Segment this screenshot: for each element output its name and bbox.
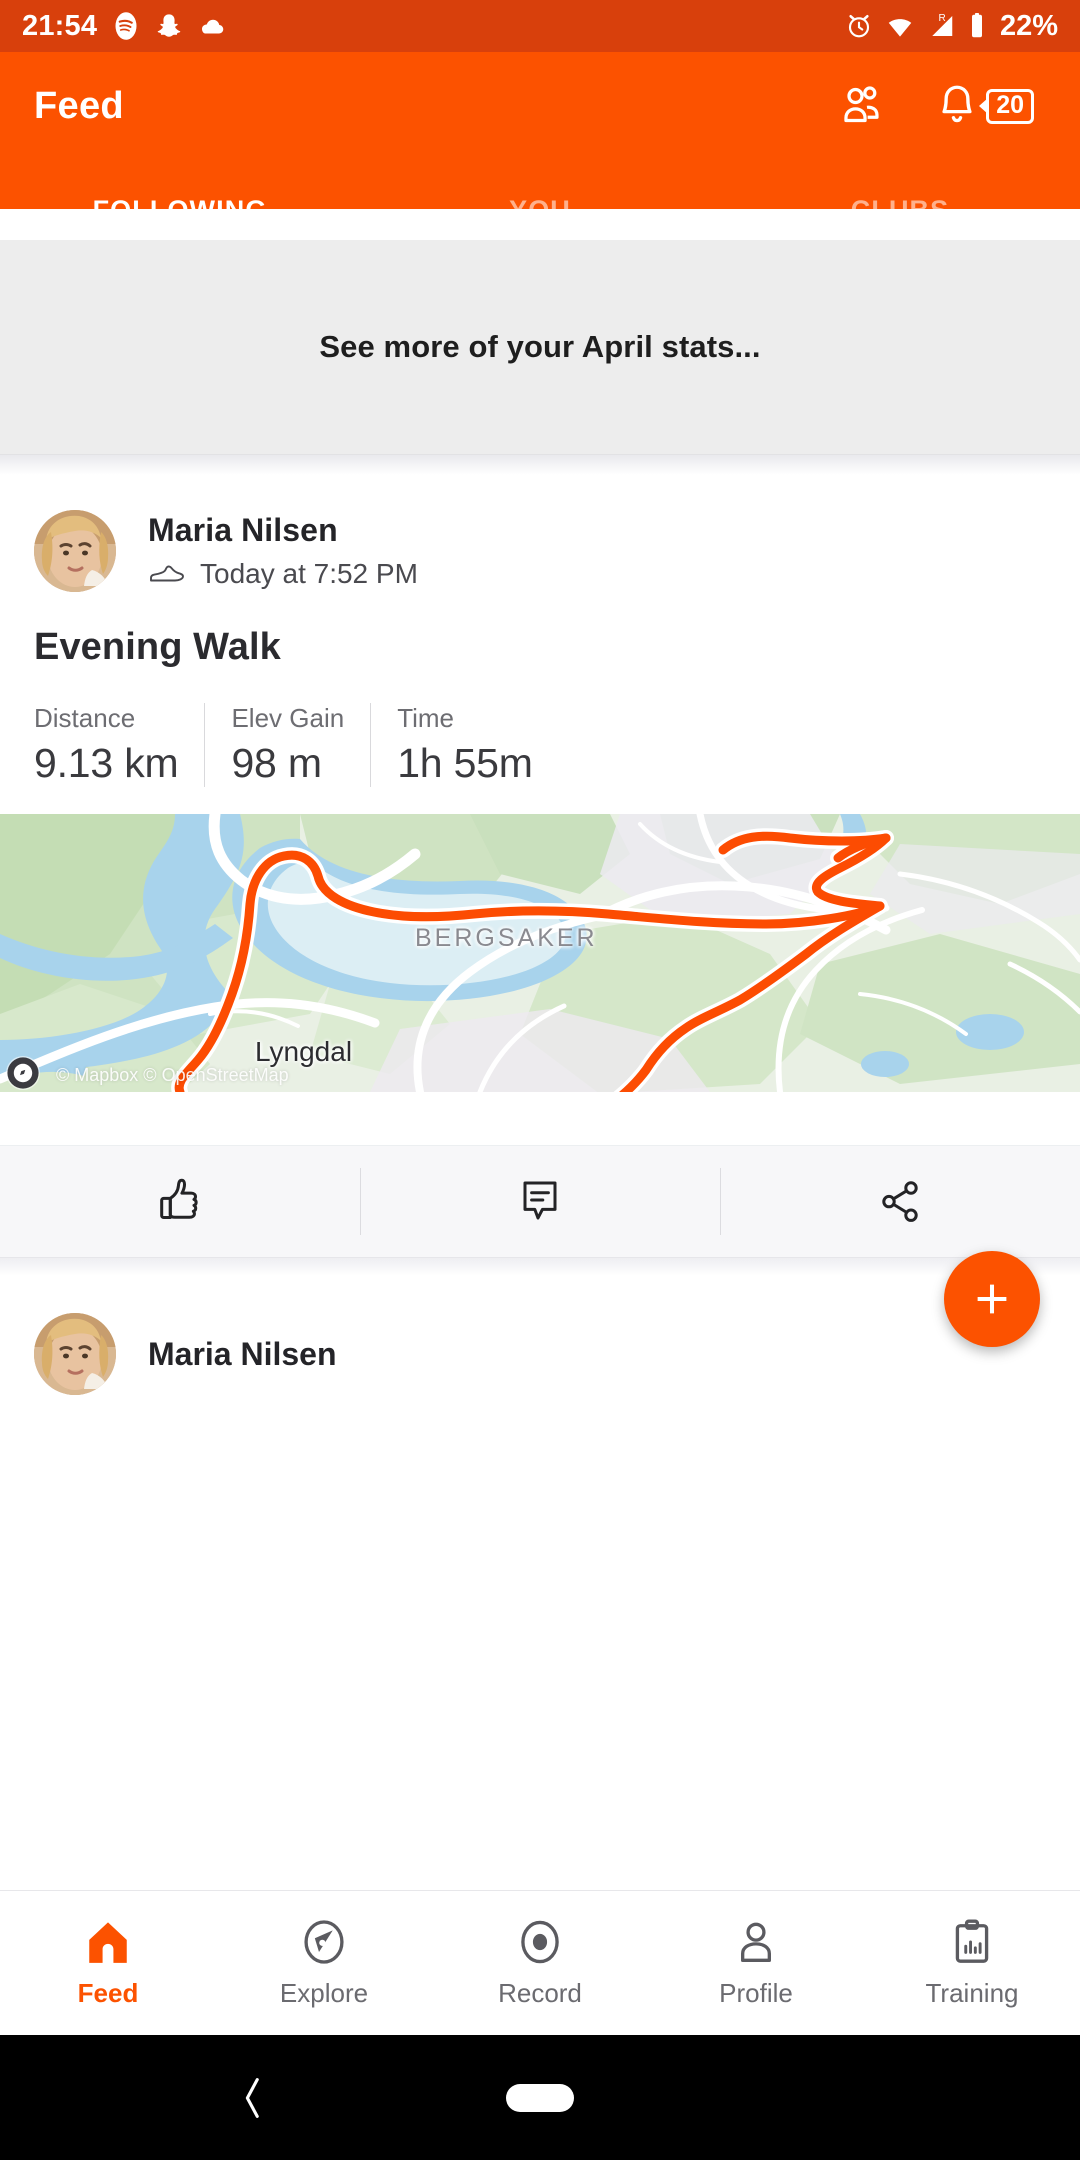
nav-label-training: Training [925,1978,1019,2008]
nav-label-feed: Feed [77,1978,139,2008]
home-pill-icon[interactable] [506,2083,574,2112]
bottom-nav: Feed Explore Record Profile Training [0,1890,1080,2035]
avatar-photo [34,510,116,592]
nav-item-feed[interactable]: Feed [0,1891,216,2035]
compass-icon [304,1920,344,1964]
nav-item-explore[interactable]: Explore [216,1891,432,2035]
activity-timestamp: Today at 7:52 PM [200,558,418,589]
comment-button[interactable] [360,1146,720,1257]
clipboard-chart-icon [955,1919,989,1963]
mapbox-logo-icon[interactable] [6,1056,40,1090]
activity-stats: Distance 9.13 km Elev Gain 98 m Time 1h … [0,669,1080,787]
activity-card: Maria Nilsen Today at 7:52 PM Evening Wa… [0,475,1080,1395]
next-athlete-name[interactable]: Maria Nilsen [148,1336,337,1373]
nav-item-profile[interactable]: Profile [648,1891,864,2035]
share-icon[interactable] [875,1176,925,1228]
kudos-button[interactable] [0,1146,360,1257]
athlete-name[interactable]: Maria Nilsen [148,512,418,549]
app-bar-actions: 20 [836,80,1034,132]
status-bar: 21:54 R 22% [0,0,1080,52]
share-button[interactable] [720,1146,1080,1257]
stat-distance-label: Distance [34,703,136,733]
avatar-photo [34,1313,116,1395]
record-icon [521,1920,559,1964]
avatar[interactable] [34,510,116,592]
map-canvas [0,814,1080,1092]
activity-map[interactable]: BERGSAKER Lyngdal © Mapbox © OpenStreetM… [0,814,1080,1092]
avatar[interactable] [34,1313,116,1395]
activity-subtitle: Today at 7:52 PM [148,558,418,590]
person-icon [741,1922,771,1962]
nav-label-record: Record [498,1978,582,2008]
home-icon [89,1922,127,1963]
athlete-meta: Maria Nilsen Today at 7:52 PM [148,512,418,590]
nav-label-profile: Profile [719,1978,793,2008]
tab-bottom-spacer [0,209,1080,240]
snapchat-icon [157,14,181,37]
wifi-icon [888,19,912,37]
map-attribution: © Mapbox © OpenStreetMap [56,1065,289,1085]
record-fab[interactable] [944,1251,1040,1347]
next-activity-header[interactable]: Maria Nilsen [0,1276,1080,1395]
bell-icon[interactable] [932,80,982,132]
promo-text: See more of your April stats... [319,329,761,364]
stat-distance-value: 9.13 km [34,740,179,786]
status-time: 21:54 [22,9,98,42]
nav-item-record[interactable]: Record [432,1891,648,2035]
promo-shadow [0,455,1080,475]
cloud-icon [202,19,224,34]
map-label-lyngdal: Lyngdal [255,1036,353,1067]
nav-item-training[interactable]: Training [864,1891,1080,2035]
walking-shoe-icon [150,565,184,582]
notification-badge: 20 [979,88,1034,124]
stat-time: Time 1h 55m [370,703,559,787]
signal-roaming-icon: R [932,13,953,36]
app-root: 21:54 R 22% Feed 20 See more of your Apr… [0,0,1080,2160]
app-bar-row: Feed 20 [0,52,1080,160]
app-bar: Feed 20 FOLLOWING YOU [0,52,1080,261]
status-bar-left: 21:54 [22,10,227,43]
spotify-icon [115,12,137,40]
stat-time-label: Time [397,703,454,733]
card-spacer [0,1092,1080,1145]
stat-elev-gain-value: 98 m [231,740,322,786]
battery-icon [971,13,982,38]
activity-header[interactable]: Maria Nilsen Today at 7:52 PM [0,475,1080,592]
stat-distance: Distance 9.13 km [34,703,204,787]
back-chevron-icon[interactable] [236,2074,270,2122]
page-title: Feed [34,84,124,127]
alarm-icon [848,15,870,38]
plus-icon [977,1284,1007,1314]
feed-divider [0,1258,1080,1276]
stat-elev-gain-label: Elev Gain [231,703,345,733]
friends-icon[interactable] [836,80,888,132]
svg-text:R: R [938,13,945,24]
activity-actions [0,1145,1080,1258]
battery-percent: 22% [999,9,1058,42]
activity-title[interactable]: Evening Walk [0,592,1080,669]
map-label-bergsaker: BERGSAKER [415,924,598,952]
monthly-stats-promo[interactable]: See more of your April stats... [0,240,1080,455]
stat-time-value: 1h 55m [397,740,533,786]
nav-label-explore: Explore [279,1978,369,2008]
android-nav-bar [0,2035,1080,2160]
thumbs-up-icon[interactable] [154,1174,206,1230]
status-bar-right: R 22% [844,10,1058,43]
notifications-button[interactable]: 20 [932,80,1034,132]
comment-icon[interactable] [516,1176,564,1228]
stat-elev-gain: Elev Gain 98 m [204,703,370,787]
